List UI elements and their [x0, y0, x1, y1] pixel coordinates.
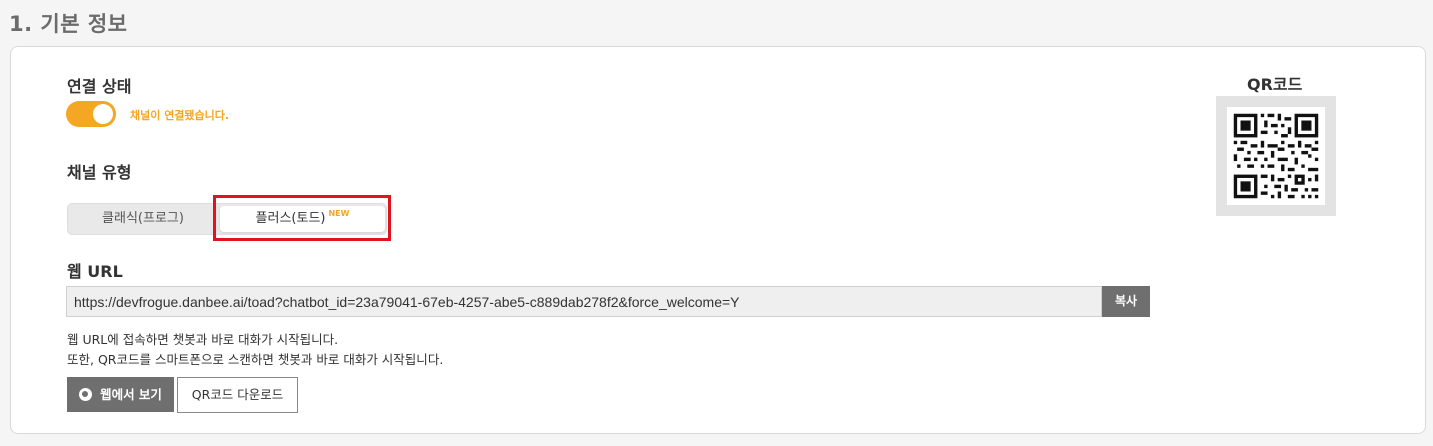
connection-toggle[interactable] — [66, 101, 116, 127]
copy-button[interactable]: 복사 — [1102, 286, 1150, 317]
channel-type-classic[interactable]: 클래식(프로그) — [68, 204, 218, 234]
qr-code-panel — [1216, 96, 1336, 216]
qr-download-button[interactable]: QR코드 다운로드 — [177, 377, 298, 413]
web-url-field-group: 복사 — [66, 286, 1150, 317]
qr-title: QR코드 — [1247, 75, 1303, 94]
web-url-label: 웹 URL — [67, 262, 123, 281]
section-title: 1. 기본 정보 — [9, 12, 128, 36]
web-url-description-2: 또한, QR코드를 스마트폰으로 스캔하면 챗봇과 바로 대화가 시작됩니다. — [67, 352, 444, 367]
toggle-knob — [93, 104, 113, 124]
view-on-web-button[interactable]: 웹에서 보기 — [67, 377, 174, 412]
web-url-description-1: 웹 URL에 접속하면 챗봇과 바로 대화가 시작됩니다. — [67, 332, 339, 347]
selection-highlight-box — [213, 195, 391, 241]
globe-icon — [79, 388, 93, 401]
channel-type-label: 채널 유형 — [67, 163, 132, 182]
channel-type-classic-label: 클래식(프로그) — [102, 211, 184, 226]
qr-code-image — [1227, 107, 1325, 205]
web-url-input[interactable] — [66, 286, 1102, 317]
basic-info-card: 연결 상태 채널이 연결됐습니다. 채널 유형 클래식(프로그) 플러스(토드)… — [10, 46, 1426, 434]
connection-status-label: 연결 상태 — [67, 77, 132, 96]
view-on-web-label: 웹에서 보기 — [100, 387, 162, 402]
connection-status-text: 채널이 연결됐습니다. — [130, 109, 230, 122]
